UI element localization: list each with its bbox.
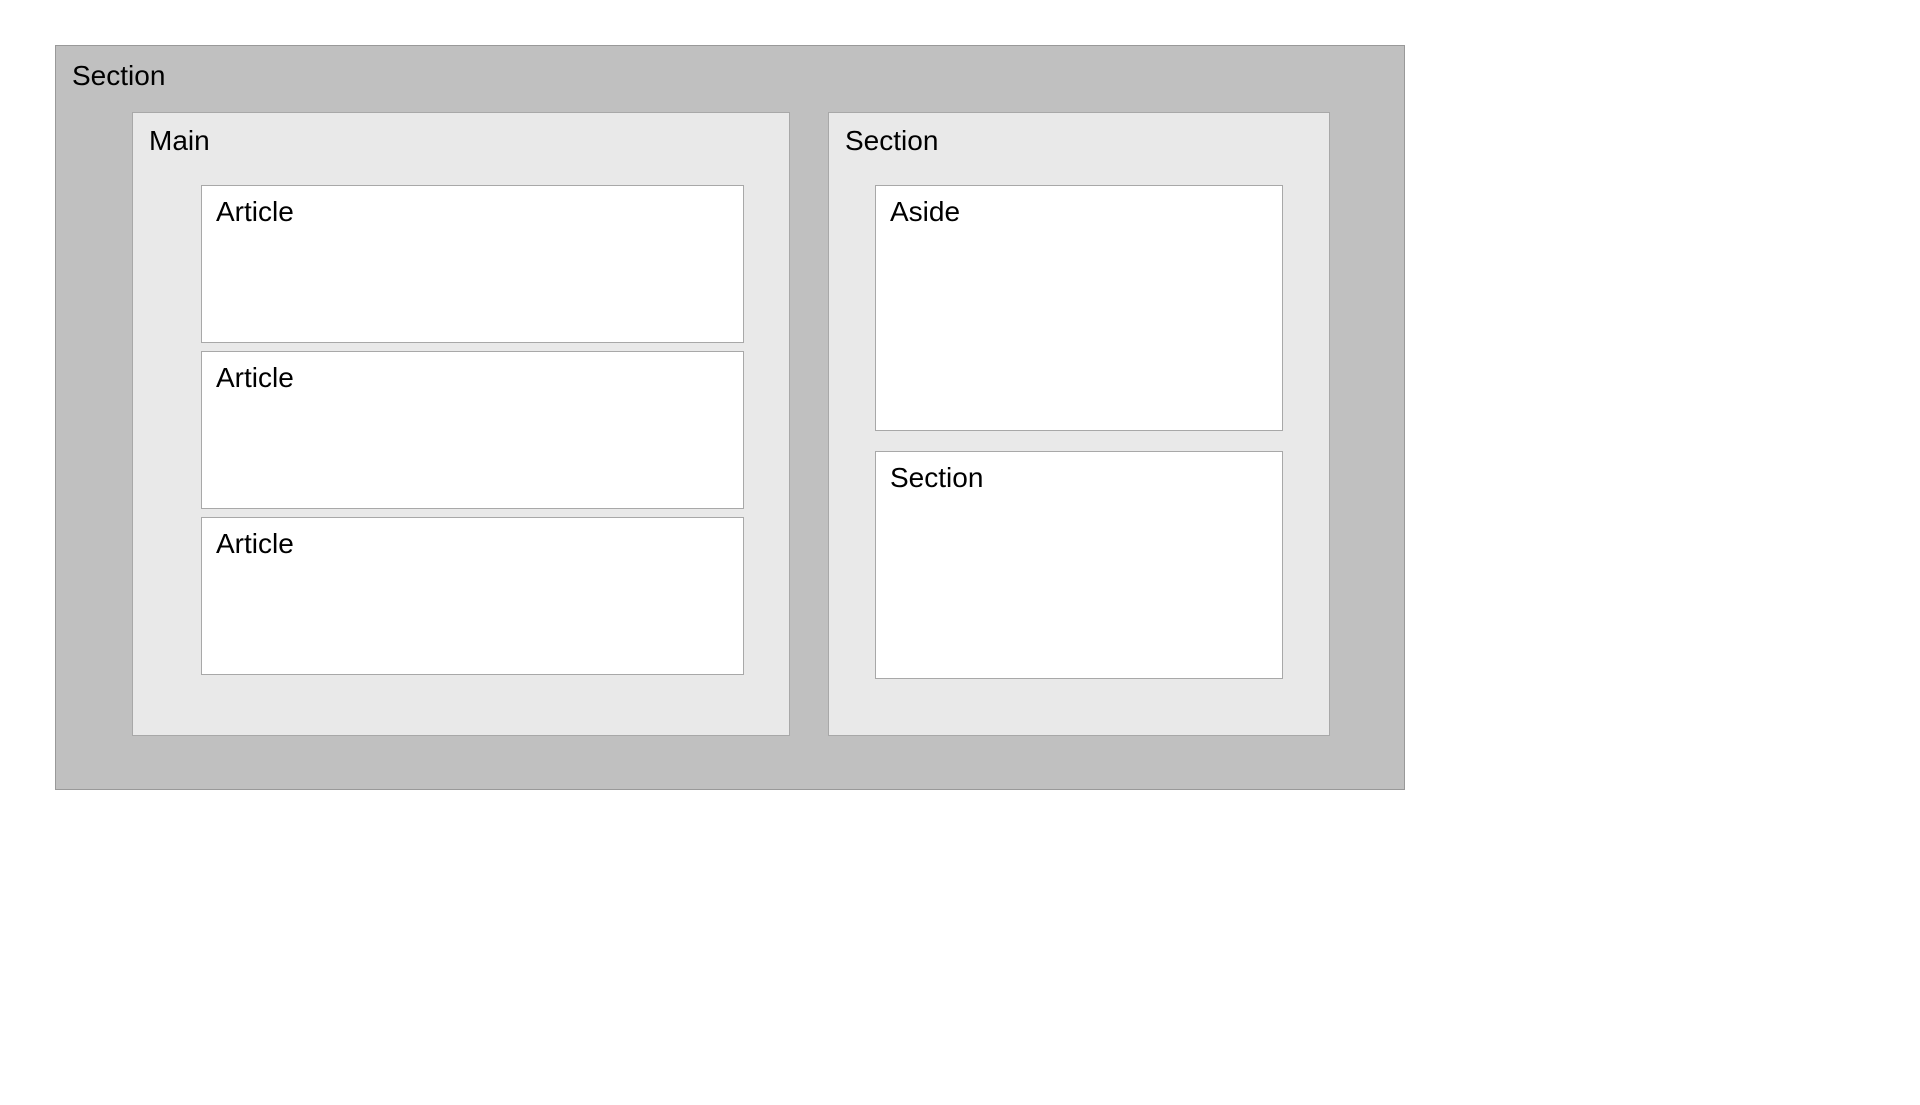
main-label: Main xyxy=(149,125,773,157)
inner-section-box: Section xyxy=(875,451,1283,679)
main-inner: Article Article Article xyxy=(149,157,773,675)
right-section: Section Aside Section xyxy=(828,112,1330,736)
article-box: Article xyxy=(201,517,744,675)
outer-section: Section Main Article Article Article Sec… xyxy=(55,45,1405,790)
outer-section-label: Section xyxy=(72,60,1388,92)
right-section-label: Section xyxy=(845,125,1313,157)
columns-container: Main Article Article Article Section Asi… xyxy=(72,92,1388,736)
aside-label: Aside xyxy=(890,196,1268,228)
right-inner: Aside Section xyxy=(845,157,1313,679)
article-box: Article xyxy=(201,185,744,343)
inner-section-label: Section xyxy=(890,462,1268,494)
aside-box: Aside xyxy=(875,185,1283,431)
article-label: Article xyxy=(216,196,729,228)
article-box: Article xyxy=(201,351,744,509)
article-label: Article xyxy=(216,528,729,560)
main-box: Main Article Article Article xyxy=(132,112,790,736)
article-label: Article xyxy=(216,362,729,394)
